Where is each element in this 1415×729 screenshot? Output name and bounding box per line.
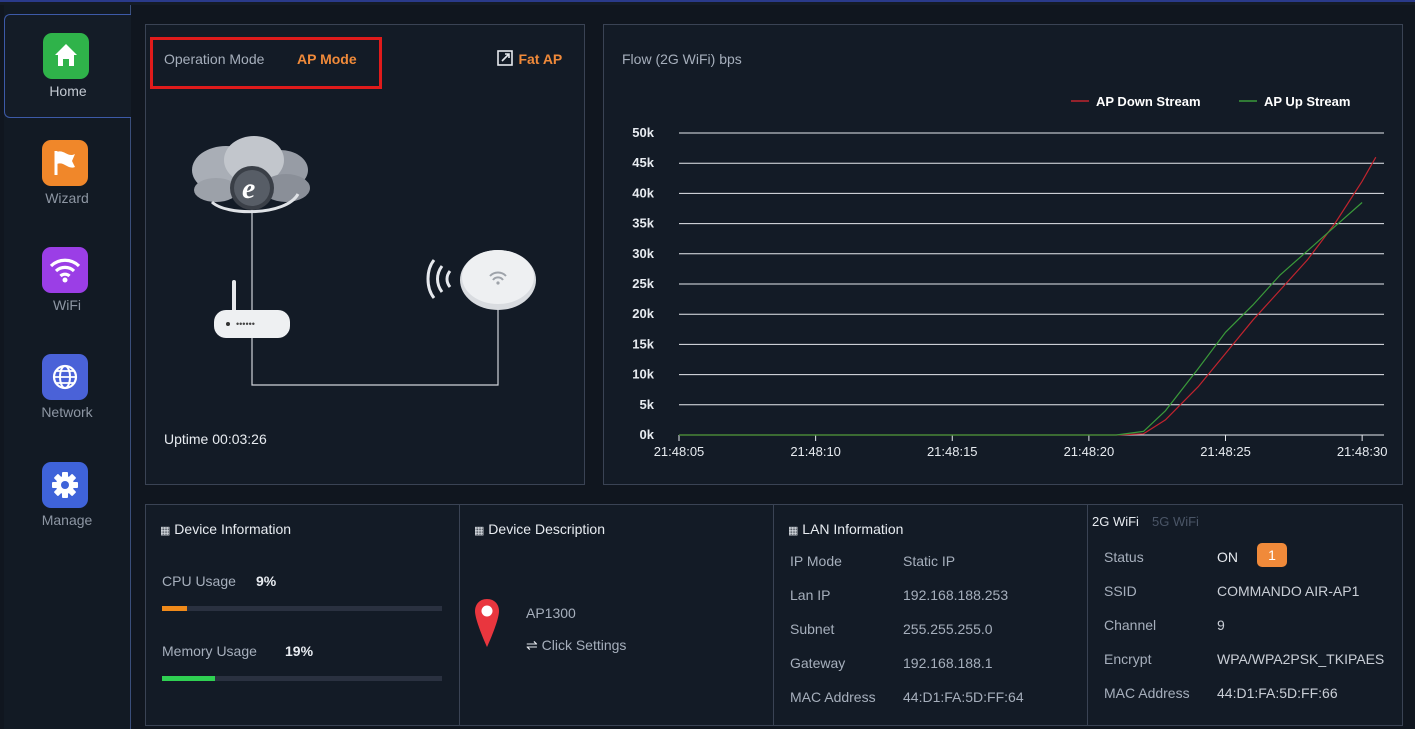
lan-row-label: MAC Address (790, 689, 876, 705)
fat-ap-link[interactable]: Fat AP (496, 49, 562, 69)
wifi-row-label: SSID (1104, 583, 1137, 599)
y-tick-label: 0k (640, 427, 655, 442)
gear-icon (42, 462, 88, 508)
wifi-row-label: MAC Address (1104, 685, 1190, 701)
wifi-status-value: ON (1217, 549, 1238, 565)
device-model: AP1300 (526, 605, 576, 621)
cpu-bar (162, 606, 442, 611)
memory-bar (162, 676, 442, 681)
lan-row-label: IP Mode (790, 553, 842, 569)
y-tick-label: 35k (632, 216, 654, 231)
flag-icon (42, 140, 88, 186)
y-tick-label: 30k (632, 246, 654, 261)
y-tick-label: 45k (632, 155, 654, 170)
flow-chart-panel: Flow (2G WiFi) bps 0k 5k 10k 15k 20k 25k 30k 35… (603, 24, 1403, 485)
divider (1087, 505, 1088, 725)
lan-info-title: ▦ LAN Information (788, 521, 904, 537)
x-tick-label: 21:48:20 (1064, 444, 1115, 459)
sidebar-item-label: Wizard (45, 190, 89, 206)
lan-row-value: 44:D1:FA:5D:FF:64 (903, 689, 1024, 705)
flow-chart: 0k 5k 10k 15k 20k 25k 30k 35k 40k 45k 50k 21:48:05 2… (632, 94, 1388, 459)
lan-row-label: Lan IP (790, 587, 831, 603)
y-tick-label: 20k (632, 306, 654, 321)
divider (459, 505, 460, 725)
mode-label: Operation Mode (164, 51, 265, 67)
lan-row-value: 255.255.255.0 (903, 621, 993, 637)
x-tick-label: 21:48:05 (654, 444, 705, 459)
wifi-row-value: WPA/WPA2PSK_TKIPAES (1217, 651, 1385, 667)
sidebar-item-manage[interactable]: Manage (4, 444, 130, 548)
wifi-icon (42, 247, 88, 293)
y-tick-label: 15k (632, 336, 654, 351)
sidebar-item-home[interactable]: Home (4, 14, 131, 118)
lan-row-label: Gateway (790, 655, 846, 671)
svg-text:e: e (242, 172, 255, 205)
access-point-icon (426, 250, 536, 310)
wifi-row-value: 9 (1217, 617, 1225, 633)
memory-label: Memory Usage (162, 643, 257, 659)
series-line-up (679, 202, 1363, 436)
globe-icon (42, 354, 88, 400)
wifi-row-label: Encrypt (1104, 651, 1152, 667)
y-tick-label: 10k (632, 367, 654, 382)
sidebar-item-network[interactable]: Network (4, 336, 130, 440)
info-panel: ▦ Device Information CPU Usage 9% Memory… (145, 504, 1403, 726)
x-tick-label: 21:48:25 (1200, 444, 1251, 459)
cpu-label: CPU Usage (162, 573, 236, 589)
grid-icon: ▦ (788, 525, 799, 537)
location-pin-icon (475, 599, 499, 647)
x-tick-label: 21:48:15 (927, 444, 978, 459)
cpu-bar-fill (162, 606, 188, 611)
cloud-internet-icon: e (192, 136, 310, 214)
svg-text:••••••: •••••• (236, 319, 255, 329)
lan-row-value: 192.168.188.1 (903, 655, 993, 671)
grid-icon: ▦ (160, 525, 171, 537)
topology-diagram: e •••••• (192, 136, 536, 386)
fat-ap-label: Fat AP (518, 51, 563, 67)
home-icon (43, 33, 89, 79)
grid-icon: ▦ (474, 525, 485, 537)
mode-panel: Operation Mode AP Mode Fat AP e •••••• U… (145, 24, 585, 485)
sidebar-item-label: WiFi (53, 297, 81, 313)
sidebar-item-label: Home (49, 83, 87, 99)
y-tick-label: 5k (640, 397, 655, 412)
legend-label: AP Up Stream (1264, 94, 1350, 109)
top-border (0, 0, 1415, 5)
device-info-title: ▦ Device Information (160, 521, 292, 537)
status-badge: 1 (1257, 543, 1287, 567)
sidebar-item-wifi[interactable]: WiFi (4, 229, 130, 333)
cpu-value: 9% (256, 573, 277, 589)
y-tick-label: 40k (632, 185, 654, 200)
sidebar-item-label: Manage (41, 512, 93, 528)
device-desc-title: ▦ Device Description (474, 521, 606, 537)
memory-bar-fill (162, 676, 216, 681)
x-tick-label: 21:48:10 (790, 444, 841, 459)
uptime: Uptime 00:03:26 (164, 431, 267, 447)
x-tick-label: 21:48:30 (1337, 444, 1388, 459)
memory-value: 19% (285, 643, 314, 659)
sidebar-item-label: Network (41, 404, 93, 420)
lan-row-value: Static IP (903, 553, 956, 569)
lan-row-label: Subnet (790, 621, 835, 637)
lan-row-value: 192.168.188.253 (903, 587, 1009, 603)
series-line-down (679, 156, 1377, 436)
y-tick-label: 50k (632, 125, 654, 140)
y-tick-label: 25k (632, 276, 654, 291)
mode-value: AP Mode (297, 51, 357, 67)
click-settings-link[interactable]: ⇌ Click Settings (526, 637, 626, 654)
sidebar: Home Wizard WiFi Network Manage (4, 5, 131, 729)
external-link-icon (497, 50, 513, 66)
wifi-status-label: Status (1104, 549, 1144, 565)
swap-icon: ⇌ (526, 637, 538, 653)
legend-label: AP Down Stream (1096, 94, 1201, 109)
tab-2g-wifi[interactable]: 2G WiFi (1092, 514, 1139, 529)
wifi-row-value: COMMANDO AIR-AP1 (1217, 583, 1360, 599)
tab-5g-wifi[interactable]: 5G WiFi (1152, 514, 1199, 529)
wifi-row-value: 44:D1:FA:5D:FF:66 (1217, 685, 1338, 701)
divider (773, 505, 774, 725)
sidebar-item-wizard[interactable]: Wizard (4, 122, 130, 226)
wifi-row-label: Channel (1104, 617, 1157, 633)
